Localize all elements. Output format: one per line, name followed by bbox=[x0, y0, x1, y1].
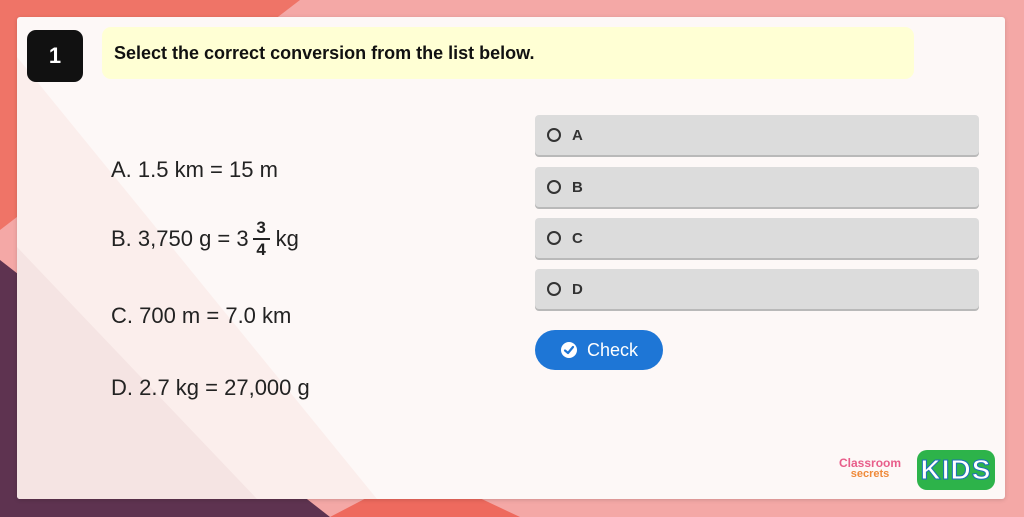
option-b[interactable]: B bbox=[535, 167, 979, 207]
question-number-badge: 1 bbox=[27, 30, 83, 82]
statement-b-prefix: B. 3,750 g = 3 bbox=[111, 226, 249, 251]
fraction-numerator: 3 bbox=[256, 218, 266, 237]
option-d-label: D bbox=[572, 280, 583, 298]
question-prompt-box: Select the correct conversion from the l… bbox=[102, 27, 914, 79]
option-c[interactable]: C bbox=[535, 218, 979, 258]
radio-icon[interactable] bbox=[547, 231, 561, 245]
statement-b-suffix: kg bbox=[275, 226, 299, 251]
statement-b: B. 3,750 g = 3 3 4 kg bbox=[111, 219, 299, 259]
kids-logo: KIDS bbox=[917, 450, 995, 490]
kids-logo-text: KIDS bbox=[920, 454, 992, 486]
option-b-label: B bbox=[572, 178, 583, 196]
question-prompt: Select the correct conversion from the l… bbox=[114, 42, 535, 63]
option-a-label: A bbox=[572, 126, 583, 144]
statement-c: C. 700 m = 7.0 km bbox=[111, 303, 292, 328]
statement-b-fraction: 3 4 bbox=[252, 218, 270, 259]
fraction-denominator: 4 bbox=[256, 240, 266, 259]
option-d[interactable]: D bbox=[535, 269, 979, 309]
check-button-label: Check bbox=[586, 339, 639, 360]
check-button[interactable]: Check bbox=[535, 330, 663, 370]
question-card: 1 Select the correct conversion from the… bbox=[17, 17, 1005, 499]
radio-icon[interactable] bbox=[547, 128, 561, 142]
classroom-secrets-logo: Classroom secrets bbox=[839, 456, 902, 480]
radio-icon[interactable] bbox=[547, 282, 561, 296]
radio-icon[interactable] bbox=[547, 180, 561, 194]
option-a[interactable]: A bbox=[535, 115, 979, 155]
check-circle-icon bbox=[560, 342, 577, 358]
option-c-label: C bbox=[572, 229, 583, 247]
statement-a: A. 1.5 km = 15 m bbox=[111, 157, 278, 182]
statement-d: D. 2.7 kg = 27,000 g bbox=[111, 375, 310, 400]
